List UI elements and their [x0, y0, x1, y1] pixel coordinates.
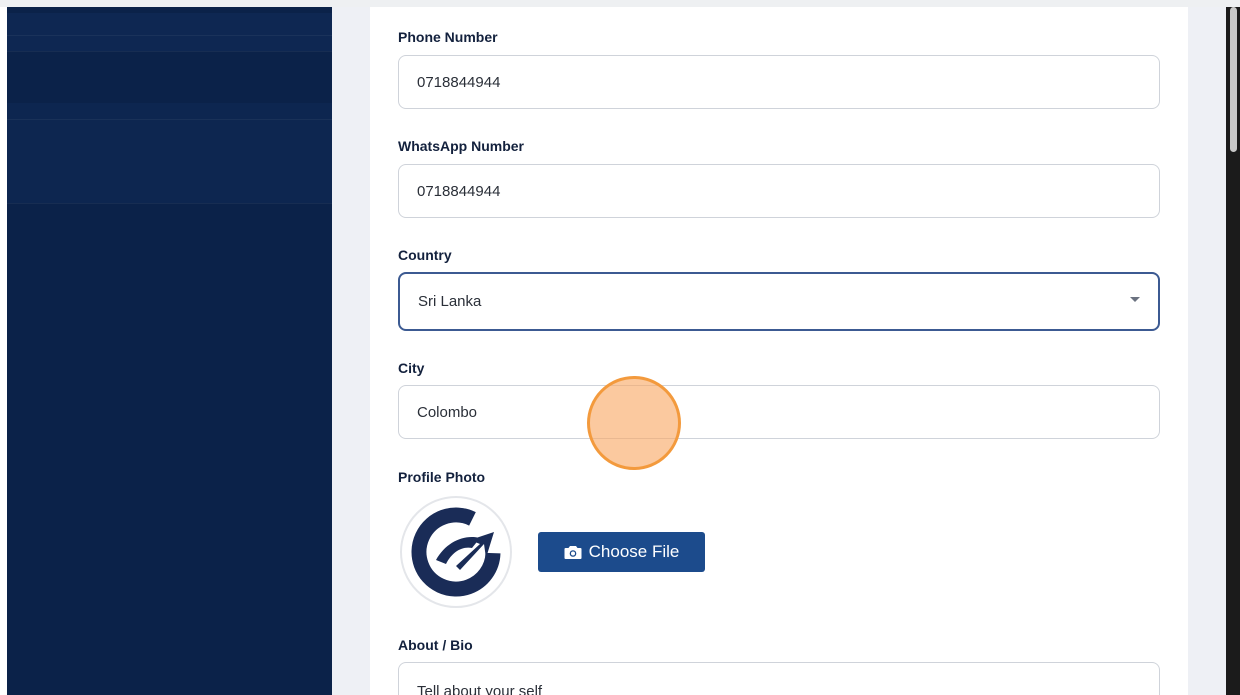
city-value: Colombo — [417, 403, 478, 421]
sidebar-divider — [7, 119, 332, 120]
country-select[interactable]: Sri Lanka — [398, 272, 1160, 331]
chevron-down-icon — [1130, 297, 1140, 302]
country-selected-value: Sri Lanka — [418, 293, 482, 310]
avatar — [400, 496, 512, 608]
phone-number-value: 0718844944 — [417, 73, 501, 91]
app-window: Phone Number 0718844944 WhatsApp Number … — [0, 0, 1240, 695]
about-bio-textarea[interactable]: Tell about your self — [398, 662, 1160, 695]
whatsapp-number-label: WhatsApp Number — [398, 138, 524, 154]
about-bio-placeholder: Tell about your self — [417, 683, 543, 695]
sidebar — [7, 7, 332, 695]
scrollbar[interactable] — [1226, 7, 1240, 695]
whatsapp-number-value: 0718844944 — [417, 182, 501, 200]
phone-number-label: Phone Number — [398, 29, 498, 45]
choose-file-label: Choose File — [588, 542, 680, 561]
about-bio-label: About / Bio — [398, 637, 473, 653]
sidebar-band — [7, 103, 332, 203]
top-strip — [0, 0, 1240, 7]
profile-photo-label: Profile Photo — [398, 469, 486, 485]
sidebar-band — [7, 13, 332, 51]
sidebar-divider — [7, 35, 332, 36]
brand-logo-icon — [411, 507, 501, 597]
city-input[interactable]: Colombo — [398, 385, 1160, 439]
country-label: Country — [398, 247, 452, 263]
choose-file-button[interactable]: Choose File — [538, 532, 705, 572]
whatsapp-number-input[interactable]: 0718844944 — [398, 164, 1160, 218]
sidebar-divider — [7, 203, 332, 204]
scrollbar-thumb[interactable] — [1230, 7, 1237, 152]
click-indicator — [587, 376, 681, 470]
sidebar-divider — [7, 51, 332, 52]
camera-icon — [564, 545, 582, 559]
phone-number-input[interactable]: 0718844944 — [398, 55, 1160, 109]
city-label: City — [398, 360, 425, 376]
profile-form-card: Phone Number 0718844944 WhatsApp Number … — [370, 7, 1188, 695]
